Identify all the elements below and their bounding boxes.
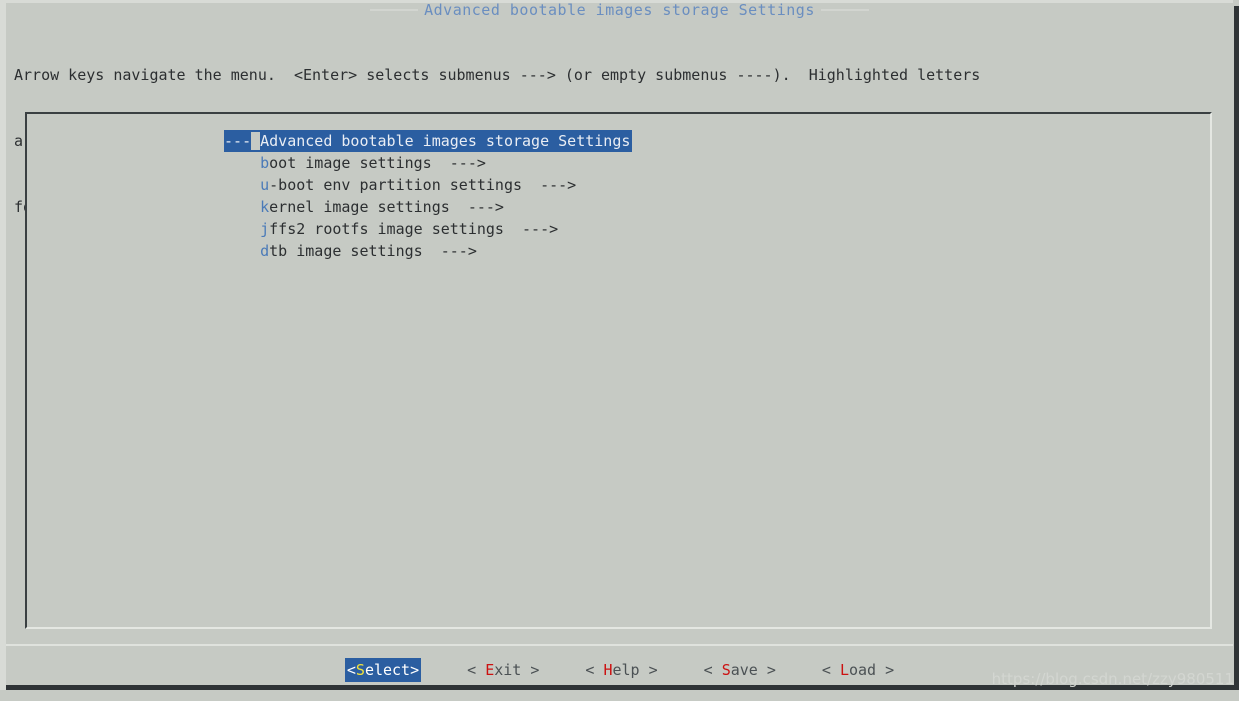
button-label: elp — [612, 661, 640, 679]
title-rule-left — [370, 9, 419, 11]
save-button[interactable]: < Save > — [704, 658, 776, 682]
button-close-bracket: > — [521, 661, 540, 679]
menu-item-2[interactable]: u-boot env partition settings ---> — [224, 174, 576, 196]
menu-dash: - — [224, 132, 234, 150]
title-rule-right — [820, 9, 869, 11]
menu-item-indent — [224, 242, 260, 260]
menu-item-indent — [224, 198, 260, 216]
button-label: oad — [848, 661, 877, 679]
menu-item-hotkey: k — [260, 198, 270, 216]
button-bar-separator — [6, 644, 1233, 646]
select-button[interactable]: <Select> — [344, 658, 422, 682]
menu-dash: - — [242, 132, 252, 150]
button-hotkey: S — [355, 661, 365, 679]
menu-item-indent — [224, 154, 260, 172]
menu-item-hotkey: j — [260, 220, 270, 238]
button-close-bracket: > — [876, 661, 895, 679]
menu-item-hotkey: d — [260, 242, 270, 260]
menu-item-label: oot image settings — [269, 154, 432, 172]
button-hotkey: L — [839, 661, 849, 679]
exit-button[interactable]: < Exit > — [467, 658, 539, 682]
title-bar: Advanced bootable images storage Setting… — [0, 0, 1239, 20]
button-hotkey: E — [485, 661, 495, 679]
menu-dash: - — [233, 132, 243, 150]
help-button[interactable]: < Help > — [585, 658, 657, 682]
menu-item-hotkey: u — [260, 176, 270, 194]
load-button[interactable]: < Load > — [822, 658, 894, 682]
button-open-bracket: < — [821, 661, 840, 679]
button-open-bracket: < — [467, 661, 486, 679]
menu-item-label: tb image settings — [269, 242, 423, 260]
menu-item-label: ffs2 rootfs image settings — [269, 220, 504, 238]
button-hotkey: S — [721, 661, 731, 679]
menu-dash-gap — [251, 132, 261, 150]
page-title: Advanced bootable images storage Setting… — [424, 0, 815, 19]
menu-list: --- Advanced bootable images storage Set… — [224, 130, 633, 262]
menuconfig-dialog: Advanced bootable images storage Setting… — [0, 0, 1239, 701]
menu-item-5[interactable]: dtb image settings ---> — [224, 240, 477, 262]
menu-item-1[interactable]: boot image settings ---> — [224, 152, 486, 174]
button-close-bracket: > — [757, 661, 776, 679]
button-label: elect — [364, 661, 411, 679]
menu-item-indent — [224, 176, 260, 194]
button-close-bracket: > — [639, 661, 658, 679]
menu-item-4[interactable]: jffs2 rootfs image settings ---> — [224, 218, 558, 240]
dialog-border-right — [1234, 6, 1239, 690]
button-open-bracket: < — [585, 661, 604, 679]
button-label: ave — [730, 661, 758, 679]
menu-item-label: -boot env partition settings — [269, 176, 523, 194]
button-label: xit — [494, 661, 522, 679]
submenu-arrow-icon: ---> — [422, 242, 477, 260]
submenu-arrow-icon: ---> — [449, 198, 504, 216]
button-open-bracket: < — [703, 661, 722, 679]
submenu-arrow-icon: ---> — [431, 154, 486, 172]
dialog-border-left — [0, 0, 6, 690]
submenu-arrow-icon: ---> — [503, 220, 559, 238]
menu-panel: --- Advanced bootable images storage Set… — [25, 112, 1212, 629]
menu-item-indent — [224, 220, 260, 238]
button-open-bracket: < — [346, 661, 356, 679]
help-line-1: Arrow keys navigate the menu. <Enter> se… — [14, 66, 981, 84]
menu-item-hotkey: b — [260, 154, 270, 172]
menu-item-3[interactable]: kernel image settings ---> — [224, 196, 504, 218]
menu-item-0[interactable]: --- Advanced bootable images storage Set… — [224, 130, 633, 152]
watermark: https://blog.csdn.net/zzy980511 — [991, 670, 1234, 688]
dialog-outer-strip — [0, 690, 1239, 701]
menu-item-label: ernel image settings — [269, 198, 450, 216]
menu-item-label: Advanced bootable images storage Setting… — [260, 132, 631, 150]
submenu-arrow-icon: ---> — [522, 176, 577, 194]
button-close-bracket: > — [410, 661, 420, 679]
